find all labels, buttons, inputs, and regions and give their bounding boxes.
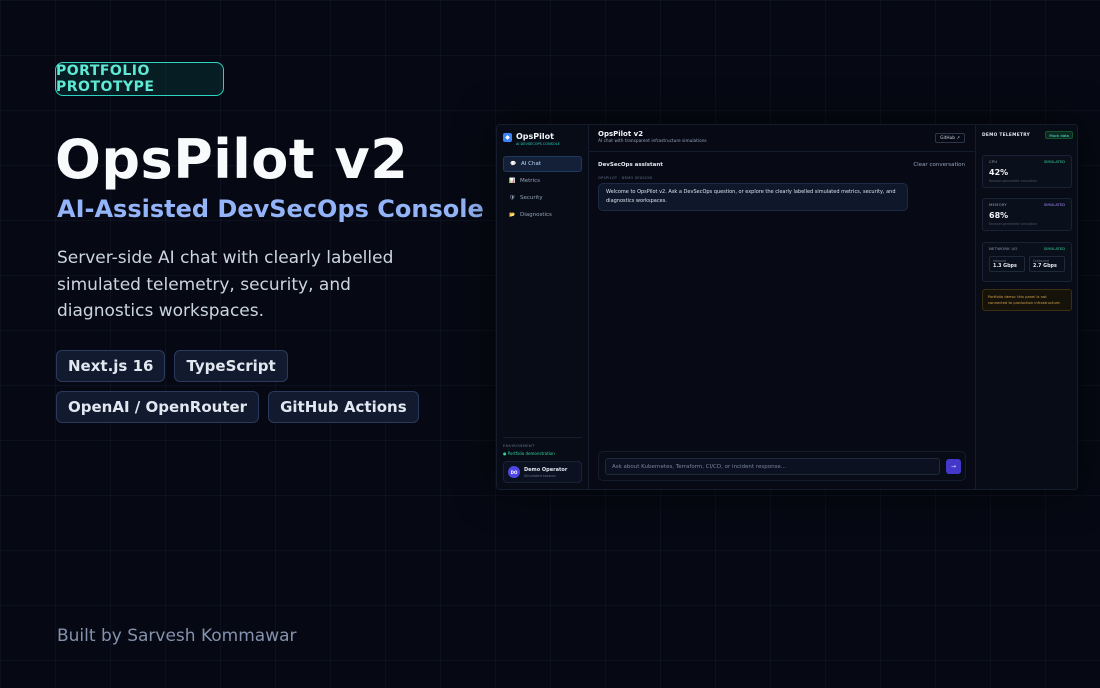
tech-tags: Next.js 16 TypeScript OpenAI / OpenRoute… bbox=[56, 350, 486, 423]
network-stats: Inbound 1.3 Gbps Outbound 2.7 Gbps bbox=[989, 256, 1065, 272]
brand-subtitle: AI DEVSECOPS CONSOLE bbox=[516, 142, 560, 146]
user-card[interactable]: DO Demo Operator Simulated session bbox=[503, 461, 582, 483]
network-card: NETWORK I/O SIMULATED Inbound 1.3 Gbps O… bbox=[982, 242, 1072, 282]
chat-title: DevSecOps assistant bbox=[598, 162, 663, 168]
environment-label: ENVIRONMENT bbox=[503, 443, 535, 448]
environment-info: ENVIRONMENT ● Portfolio demonstration bbox=[503, 437, 582, 456]
chat-composer: → bbox=[598, 451, 966, 481]
logo-icon: ◆ bbox=[503, 133, 512, 142]
cpu-note: Browser-generated simulation bbox=[989, 179, 1037, 183]
memory-value: 68% bbox=[989, 211, 1009, 220]
page-subtitle: AI chat with transparent infrastructure … bbox=[598, 139, 707, 144]
sidebar-item-label: Security bbox=[520, 195, 543, 201]
user-role: Simulated session bbox=[524, 473, 556, 478]
memory-note: Browser-generated simulation bbox=[989, 222, 1037, 226]
network-inbound: Inbound 1.3 Gbps bbox=[989, 256, 1025, 272]
tag-github-actions: GitHub Actions bbox=[268, 391, 419, 423]
message-meta: OPSPILOT · DEMO SESSION bbox=[598, 176, 653, 180]
telemetry-title: DEMO TELEMETRY bbox=[982, 133, 1030, 138]
github-button[interactable]: GitHub ↗ bbox=[935, 133, 965, 143]
shield-icon: 🛡 bbox=[509, 195, 516, 201]
main-header: OpsPilot v2 AI chat with transparent inf… bbox=[589, 125, 975, 152]
avatar: DO bbox=[508, 466, 520, 478]
app-screenshot: ◆ OpsPilot AI DEVSECOPS CONSOLE 💬 AI Cha… bbox=[496, 124, 1078, 490]
cpu-value: 42% bbox=[989, 168, 1009, 177]
sidebar-nav: 💬 AI Chat 📊 Metrics 🛡 Security 📂 Diagnos… bbox=[503, 156, 582, 224]
portfolio-badge: PORTFOLIO PROTOTYPE bbox=[55, 62, 224, 96]
sidebar-item-metrics[interactable]: 📊 Metrics bbox=[503, 173, 582, 189]
inbound-value: 1.3 Gbps bbox=[993, 264, 1017, 269]
network-simulated-tag: SIMULATED bbox=[1043, 247, 1065, 251]
sidebar-item-label: AI Chat bbox=[521, 161, 541, 167]
outbound-label: Outbound bbox=[1033, 259, 1049, 263]
mock-data-badge: Mock data bbox=[1045, 131, 1073, 139]
network-outbound: Outbound 2.7 Gbps bbox=[1029, 256, 1065, 272]
sidebar-item-label: Diagnostics bbox=[520, 212, 552, 218]
sidebar-item-ai-chat[interactable]: 💬 AI Chat bbox=[503, 156, 582, 172]
memory-simulated-tag: SIMULATED bbox=[1043, 203, 1065, 207]
cpu-simulated-tag: SIMULATED bbox=[1043, 160, 1065, 164]
outbound-value: 2.7 Gbps bbox=[1033, 264, 1057, 269]
hero-description: Server-side AI chat with clearly labelle… bbox=[57, 248, 394, 321]
environment-value: ● Portfolio demonstration bbox=[503, 451, 555, 456]
page-title: OpsPilot v2 bbox=[598, 130, 644, 138]
author-credit: Built by Sarvesh Kommawar bbox=[57, 626, 297, 646]
demo-warning: Portfolio demo: this panel is not connec… bbox=[982, 289, 1072, 311]
sidebar-item-diagnostics[interactable]: 📂 Diagnostics bbox=[503, 207, 582, 223]
assistant-message: Welcome to OpsPilot v2. Ask a DevSecOps … bbox=[598, 183, 908, 211]
clear-conversation-button[interactable]: Clear conversation bbox=[913, 162, 965, 168]
chat-input[interactable] bbox=[605, 458, 940, 475]
telemetry-panel: DEMO TELEMETRY Mock data CPU SIMULATED 4… bbox=[975, 125, 1077, 489]
brand: ◆ OpsPilot AI DEVSECOPS CONSOLE bbox=[503, 132, 560, 146]
send-button[interactable]: → bbox=[946, 459, 961, 474]
cpu-card: CPU SIMULATED 42% Browser-generated simu… bbox=[982, 155, 1072, 188]
sidebar-item-security[interactable]: 🛡 Security bbox=[503, 190, 582, 206]
memory-card: MEMORY SIMULATED 68% Browser-generated s… bbox=[982, 198, 1072, 231]
hero-title: OpsPilot v2 bbox=[55, 128, 409, 191]
chat-main: OpsPilot v2 AI chat with transparent inf… bbox=[589, 125, 975, 489]
tag-openai: OpenAI / OpenRouter bbox=[56, 391, 260, 423]
hero-subtitle: AI-Assisted DevSecOps Console bbox=[57, 195, 484, 223]
folder-icon: 📂 bbox=[509, 212, 516, 218]
tag-nextjs: Next.js 16 bbox=[56, 350, 166, 382]
chat-icon: 💬 bbox=[510, 161, 517, 167]
tag-typescript: TypeScript bbox=[174, 350, 288, 382]
brand-name: OpsPilot bbox=[516, 132, 554, 141]
sidebar: ◆ OpsPilot AI DEVSECOPS CONSOLE 💬 AI Cha… bbox=[497, 125, 589, 489]
sidebar-item-label: Metrics bbox=[520, 178, 540, 184]
user-name: Demo Operator bbox=[524, 466, 568, 473]
chart-icon: 📊 bbox=[509, 178, 516, 184]
inbound-label: Inbound bbox=[993, 259, 1006, 263]
